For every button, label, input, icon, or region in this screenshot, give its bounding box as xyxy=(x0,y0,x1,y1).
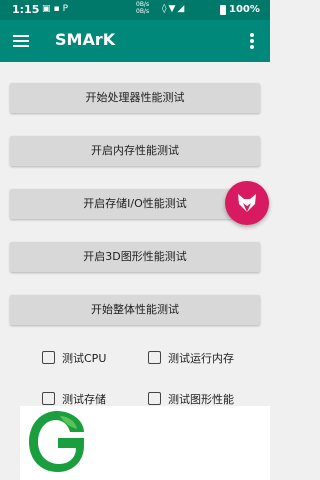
green-leaf-logo-icon xyxy=(29,411,84,472)
p-icon: P xyxy=(62,4,72,14)
overall-test-button[interactable]: 开始整体性能测试 xyxy=(10,295,260,325)
memory-test-button[interactable]: 开启内存性能测试 xyxy=(10,136,260,166)
checkbox-test-ram[interactable]: 测试运行内存 xyxy=(148,349,263,367)
status-system-icons: ◊▼◢ xyxy=(162,4,186,14)
storage-io-test-button[interactable]: 开启存储I/O性能测试 xyxy=(10,189,260,219)
checkbox-label: 测试图形性能 xyxy=(168,393,234,406)
checkbox-box[interactable] xyxy=(42,351,55,364)
3d-graphics-test-button[interactable]: 开启3D图形性能测试 xyxy=(10,242,260,272)
app-bar: SMArK xyxy=(0,20,270,62)
network-speed: 0B/s 0B/s xyxy=(136,1,149,15)
status-bar: 1:15 ▣▪P 0B/s 0B/s ◊▼◢ 100% xyxy=(0,0,270,20)
battery-level: 100% xyxy=(229,4,260,15)
notification-icon: ▪ xyxy=(53,4,63,14)
checkbox-box[interactable] xyxy=(42,392,55,405)
more-vert-icon[interactable] xyxy=(246,33,258,49)
app-title: SMArK xyxy=(55,30,116,49)
checkbox-label: 测试CPU xyxy=(62,352,107,365)
status-notification-icons: ▣▪P xyxy=(42,4,71,14)
fox-fab-button[interactable] xyxy=(225,181,269,225)
status-time: 1:15 xyxy=(12,3,40,16)
checkbox-label: 测试运行内存 xyxy=(168,352,234,365)
checkbox-box[interactable] xyxy=(148,392,161,405)
checkbox-label: 测试存储 xyxy=(62,393,106,406)
cpu-test-button[interactable]: 开始处理器性能测试 xyxy=(10,83,260,113)
hamburger-menu-icon[interactable] xyxy=(13,35,29,47)
checkbox-box[interactable] xyxy=(148,351,161,364)
fox-face-icon xyxy=(238,194,256,212)
net-up-speed: 0B/s xyxy=(136,1,150,8)
signal-icon: ◢ xyxy=(177,4,187,14)
battery-icon xyxy=(220,5,226,15)
net-down-speed: 0B/s xyxy=(136,8,150,15)
checkbox-test-cpu[interactable]: 测试CPU xyxy=(42,349,122,367)
sim-card-icon: ▣ xyxy=(42,4,54,14)
